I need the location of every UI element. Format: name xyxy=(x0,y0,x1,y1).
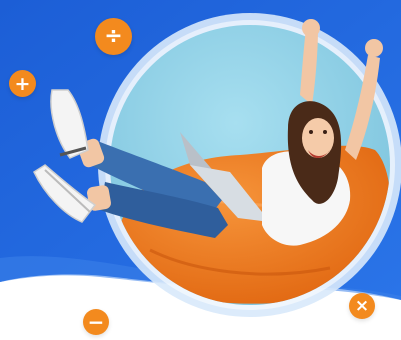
hero-banner: ÷ + − × xyxy=(0,0,401,340)
times-icon: × xyxy=(349,293,375,319)
divide-icon: ÷ xyxy=(95,18,132,55)
hero-photo xyxy=(33,13,401,317)
plus-icon: + xyxy=(9,70,36,97)
minus-icon: − xyxy=(83,309,109,335)
